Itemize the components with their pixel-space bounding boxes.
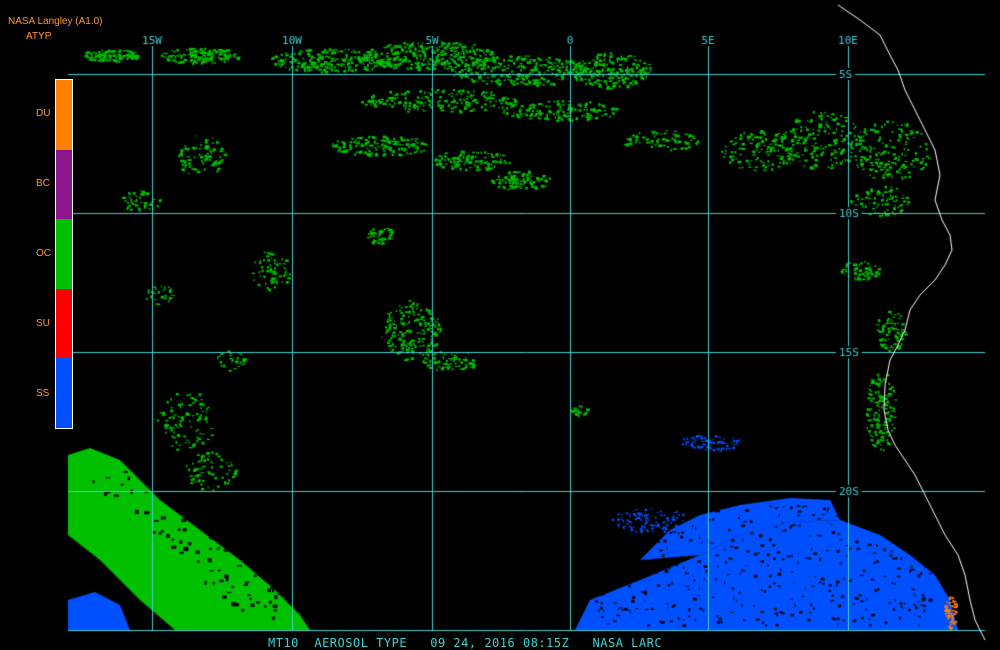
legend-label-bc: BC — [36, 178, 50, 189]
footer-product: MT10 — [268, 636, 299, 650]
legend-label-oc: OC — [36, 248, 51, 259]
aerosol-type-legend — [55, 79, 73, 429]
legend-swatch-bc — [56, 149, 72, 220]
legend-label-ss: SS — [36, 388, 50, 399]
legend-swatch-oc — [56, 219, 72, 289]
footer-parameter: AEROSOL TYPE — [314, 636, 408, 650]
map-footer: MT10 AEROSOL TYPE 09 24, 2016 08:15Z NAS… — [268, 636, 662, 650]
product-code: ATYP — [26, 31, 52, 42]
footer-source: NASA LARC — [592, 636, 663, 650]
legend-swatch-du — [56, 80, 72, 150]
aerosol-map — [0, 0, 1000, 650]
legend-label-su: SU — [36, 318, 50, 329]
footer-date: 09 24, 2016 — [430, 636, 516, 650]
legend-swatch-ss — [56, 358, 72, 428]
legend-label-du: DU — [36, 108, 51, 119]
footer-time: 08:15Z — [522, 636, 570, 650]
app-title: NASA Langley (A1.0) — [8, 16, 103, 27]
legend-swatch-su — [56, 288, 72, 359]
